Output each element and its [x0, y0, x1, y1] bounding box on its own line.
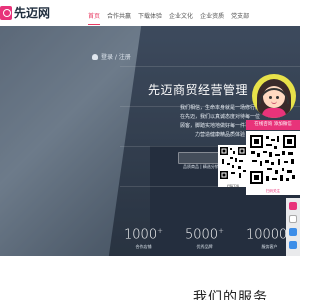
user-icon [92, 53, 98, 60]
stat-stores: 1000+ 合作店铺 [124, 224, 163, 250]
side-toolbar [286, 198, 300, 256]
stat-label: 合作店铺 [135, 244, 152, 250]
logo[interactable]: 先迈网 [0, 6, 50, 20]
download-icon[interactable] [289, 202, 297, 210]
nav-item-culture[interactable]: 企业文化 [169, 13, 193, 21]
wechat-icon[interactable] [289, 215, 297, 223]
main-nav: 首页 合作共赢 下载体验 企业文化 企业资质 党支部 [88, 13, 249, 25]
nav-item-home[interactable]: 首页 [88, 13, 101, 25]
android-icon[interactable] [289, 241, 297, 249]
nav-item-party-branch[interactable]: 党支部 [231, 13, 249, 21]
download-qr-caption: 扫码下载 [226, 184, 239, 188]
qr-code-icon [219, 146, 247, 180]
qr-code-icon [249, 134, 297, 185]
top-navbar: 先迈网 首页 合作共赢 下载体验 企业文化 企业资质 党支部 [0, 0, 300, 26]
customer-service-widget: 在线咨询 添加微信 扫码关注 [244, 74, 300, 196]
nav-item-cooperation[interactable]: 合作共赢 [107, 13, 131, 21]
app-store-icon[interactable] [289, 228, 297, 236]
logo-icon [0, 6, 12, 20]
online-consult-button[interactable]: 在线咨询 添加微信 [246, 120, 300, 130]
nav-item-download[interactable]: 下载体验 [138, 13, 162, 21]
wechat-qr [246, 131, 300, 188]
section-title: 我们的服务 [193, 290, 268, 300]
logo-text: 先迈网 [14, 6, 51, 20]
services-section: 我们的服务 [0, 256, 300, 300]
stat-suffix: + [157, 227, 163, 235]
login-register-text[interactable]: 登录 / 注册 [101, 52, 131, 61]
stat-brands: 5000+ 优秀品牌 [185, 224, 224, 250]
wechat-qr-caption: 扫码关注 [246, 188, 300, 195]
stat-suffix: + [218, 227, 224, 235]
stats-row: 1000+ 合作店铺 5000+ 优秀品牌 10000+ 服务客户 [124, 224, 293, 250]
service-avatar [252, 74, 296, 118]
avatar-shirt [262, 108, 286, 118]
nav-item-qualification[interactable]: 企业资质 [200, 13, 224, 21]
hero-title: 先迈商贸经营管理 [148, 83, 249, 97]
stat-number: 5000 [184, 227, 219, 243]
stat-number: 1000 [124, 227, 158, 243]
stat-number: 10000 [245, 227, 288, 243]
stat-label: 优秀品牌 [196, 244, 213, 250]
login-register[interactable]: 登录 / 注册 [92, 52, 131, 61]
